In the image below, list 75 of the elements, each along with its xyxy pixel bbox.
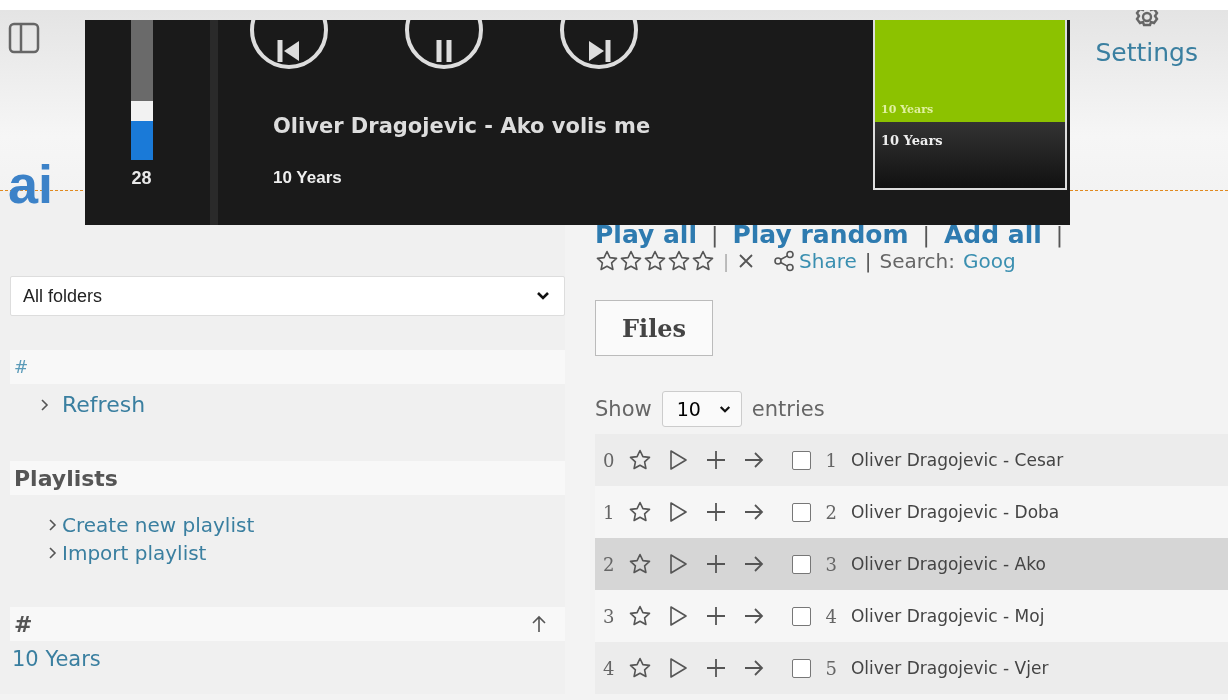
star-rating[interactable] (595, 249, 715, 273)
track-number: 4 (825, 605, 837, 627)
track-title: Oliver Dragojevic - Ako volis me (273, 114, 652, 138)
section-heading: # (14, 611, 33, 637)
cover-label: 10 Years (881, 133, 943, 148)
star-icon (691, 249, 715, 273)
separator: | (711, 221, 719, 250)
artist-link[interactable]: 10 Years (10, 647, 565, 671)
star-icon (595, 249, 619, 273)
row-index: 1 (603, 501, 615, 523)
row-index: 3 (603, 605, 615, 627)
track-title: Oliver Dragojevic - Cesar (850, 450, 1064, 470)
show-label: Show (595, 397, 652, 421)
playlist-link[interactable]: Create new playlist (62, 511, 255, 539)
volume-reading: 28 (131, 168, 152, 189)
track-number: 1 (825, 449, 837, 471)
close-icon[interactable] (737, 252, 756, 270)
refresh-link[interactable]: Refresh (62, 392, 146, 417)
table-row[interactable]: 0 1 Oliver Dragojevic - Cesar (595, 434, 1228, 486)
separator: | (922, 221, 930, 250)
star-icon[interactable] (628, 656, 653, 680)
page-size-select[interactable]: 10 (661, 391, 742, 427)
section-heading: Playlists (14, 465, 118, 491)
star-icon (619, 249, 643, 273)
search-label: Search: (879, 249, 955, 273)
star-icon[interactable] (628, 500, 653, 524)
checkbox[interactable] (792, 606, 812, 626)
entries-label: entries (751, 397, 825, 421)
playlist-link[interactable]: Import playlist (62, 539, 207, 567)
volume-thumb[interactable] (130, 100, 153, 121)
chevron-right-icon (40, 397, 50, 412)
track-title: Oliver Dragojevic - Vjer (850, 658, 1049, 678)
index-link[interactable]: # (14, 357, 29, 377)
star-icon (643, 249, 667, 273)
share-link[interactable]: Share (773, 249, 857, 273)
track-title: Oliver Dragojevic - Ako (850, 554, 1046, 574)
row-index: 4 (603, 657, 615, 679)
next-button[interactable] (559, 20, 639, 70)
chevron-down-icon (536, 291, 550, 301)
table-row[interactable]: 4 5 Oliver Dragojevic - Vjer (595, 642, 1228, 694)
checkbox[interactable] (792, 502, 812, 522)
checkbox[interactable] (792, 658, 812, 678)
star-icon[interactable] (628, 604, 653, 628)
arrow-up-icon[interactable] (531, 615, 547, 633)
share-icon (773, 250, 796, 272)
chevron-down-icon (718, 404, 731, 414)
track-title: Oliver Dragojevic - Doba (850, 502, 1060, 522)
checkbox[interactable] (792, 450, 812, 470)
star-icon (667, 249, 691, 273)
separator: | (864, 249, 872, 273)
row-index: 0 (603, 449, 615, 471)
track-number: 3 (825, 553, 837, 575)
row-index: 2 (603, 553, 615, 575)
star-icon[interactable] (628, 448, 653, 472)
volume-slider[interactable] (130, 20, 153, 160)
cover-caption: 10 Years (881, 103, 934, 116)
sidebar-toggle-icon[interactable] (8, 22, 40, 54)
logo-text: ai (8, 154, 54, 214)
search-link[interactable]: Goog (963, 249, 1016, 273)
star-icon[interactable] (628, 552, 653, 576)
separator: | (723, 250, 730, 272)
checkbox[interactable] (792, 554, 812, 574)
folder-select[interactable]: All folders (10, 276, 565, 316)
track-number: 5 (825, 657, 837, 679)
settings-button[interactable]: Settings (1095, 10, 1198, 67)
track-title: Oliver Dragojevic - Moj (850, 606, 1045, 626)
album-name: 10 Years (273, 168, 343, 188)
table-row[interactable]: 2 3 Oliver Dragojevic - Ako (595, 538, 1228, 590)
separator: | (1055, 221, 1064, 250)
chevron-right-icon (48, 518, 58, 532)
track-number: 2 (825, 501, 837, 523)
previous-button[interactable] (249, 20, 329, 70)
chevron-right-icon (48, 546, 58, 560)
pause-button[interactable] (404, 20, 484, 70)
tab[interactable]: Files (595, 300, 714, 356)
